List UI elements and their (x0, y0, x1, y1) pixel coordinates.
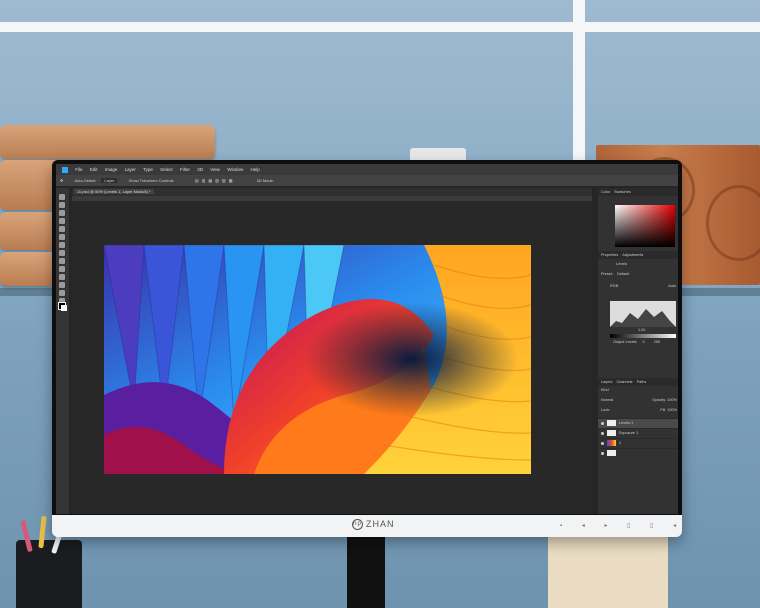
menu-type[interactable]: Type (143, 167, 153, 172)
monitor-buttons: ▪ ◂ ▸ ▯ ▯ ◂ (560, 523, 686, 529)
layer-row[interactable]: 1 (598, 438, 678, 448)
book-lower (0, 212, 58, 250)
monitor-screen: File Edit Image Layer Type Select Filter… (56, 164, 678, 514)
layer-thumbnail (607, 420, 616, 426)
photo-scene: hp ZHAN ▪ ◂ ▸ ▯ ▯ ◂ File Edit Image Layer… (0, 0, 760, 608)
hp-logo-icon: hp (352, 519, 363, 531)
gradient-tool-icon[interactable] (59, 274, 65, 280)
preset-row: Preset: Default (601, 272, 630, 276)
monitor-brand: hp ZHAN (352, 519, 395, 531)
layer-thumbnail (607, 440, 616, 446)
input-mid-value[interactable]: 1.00 (638, 328, 645, 332)
lock-row: Lock: Fill: 100% (601, 408, 677, 412)
transform-controls-checkbox[interactable]: Show Transform Controls (129, 178, 174, 183)
healing-tool-icon[interactable] (59, 242, 65, 248)
monitor-stand (347, 534, 385, 608)
stamp-tool-icon[interactable] (59, 258, 65, 264)
menu-3d[interactable]: 3D (197, 167, 203, 172)
eye-icon[interactable] (601, 441, 604, 445)
book-top (0, 125, 215, 159)
tab-layers[interactable]: Layers (601, 380, 612, 384)
move-tool-icon: ✥ (60, 178, 64, 183)
quick-select-tool-icon[interactable] (59, 218, 65, 224)
layer-row[interactable]: Exposure 1 (598, 428, 678, 438)
channel-row: RGB Auto (610, 284, 676, 288)
color-picker-field[interactable] (615, 205, 675, 247)
menu-layer[interactable]: Layer (125, 167, 136, 172)
pen-tool-icon[interactable] (59, 282, 65, 288)
layer-row[interactable] (598, 448, 678, 458)
auto-select-dropdown[interactable]: Layer (101, 178, 118, 183)
kind-dropdown[interactable]: Kind (601, 388, 609, 392)
menu-file[interactable]: File (75, 167, 82, 172)
menu-filter[interactable]: Filter (180, 167, 190, 172)
menu-image[interactable]: Image (105, 167, 118, 172)
marquee-tool-icon[interactable] (59, 202, 65, 208)
eye-icon[interactable] (601, 421, 604, 425)
tab-channels[interactable]: Channels (616, 380, 632, 384)
tab-paths[interactable]: Paths (637, 380, 647, 384)
eraser-tool-icon[interactable] (59, 266, 65, 272)
document-artwork[interactable] (104, 245, 531, 474)
shelf-rail-top (0, 22, 760, 32)
eyedropper-tool-icon[interactable] (59, 234, 65, 240)
output-min[interactable]: 0 (643, 340, 645, 344)
tab-adjustments[interactable]: Adjustments (622, 253, 643, 257)
align-icons: ▤▥▦▧▨▩ (194, 178, 236, 183)
crop-tool-icon[interactable] (59, 226, 65, 232)
options-bar: ✥ Auto-Select: Layer Show Transform Cont… (56, 175, 678, 186)
fill-field[interactable]: 100% (667, 408, 677, 412)
levels-histogram[interactable] (610, 301, 676, 327)
color-panel-tabs: Color Swatches (598, 188, 678, 196)
layer-row[interactable]: Levels 1 (598, 418, 678, 428)
output-max[interactable]: 255 (654, 340, 660, 344)
auto-button[interactable]: Auto (668, 284, 676, 288)
pencil-cup (16, 540, 82, 608)
blend-mode-dropdown[interactable]: Normal (601, 398, 613, 402)
layer-thumbnail (607, 450, 616, 456)
blend-row: Normal Opacity: 100% (601, 398, 677, 402)
tab-properties[interactable]: Properties (601, 253, 618, 257)
output-levels-row: Output Levels: 0 255 (613, 340, 661, 344)
eye-icon[interactable] (601, 431, 604, 435)
channel-dropdown[interactable]: RGB (610, 284, 618, 288)
background-color-swatch[interactable] (61, 305, 67, 311)
tab-swatches[interactable]: Swatches (614, 190, 630, 194)
ps-logo-icon (62, 166, 68, 173)
auto-select-label: Auto-Select: (74, 178, 97, 183)
menu-select[interactable]: Select (160, 167, 173, 172)
tab-color[interactable]: Color (601, 190, 610, 194)
shelf-post (573, 0, 585, 160)
menu-view[interactable]: View (210, 167, 220, 172)
properties-panel-tabs: Properties Adjustments (598, 251, 678, 259)
properties-title: Levels (616, 262, 627, 266)
book-bottom (0, 252, 56, 286)
document-tab[interactable]: 11.psd @ 50% (Levels 1, Layer Mask/8) * (74, 189, 154, 194)
menu-help[interactable]: Help (250, 167, 259, 172)
move-tool-icon[interactable] (59, 194, 65, 200)
3d-mode-label: 3D Mode: (256, 178, 274, 183)
book-middle (0, 160, 60, 210)
opacity-field[interactable]: 100% (667, 398, 677, 402)
preset-dropdown[interactable]: Default (617, 272, 629, 276)
layer-filter-row: Kind (601, 388, 609, 392)
cardboard-box (548, 535, 668, 608)
menu-window[interactable]: Window (227, 167, 243, 172)
right-panels: Color Swatches Properties Adjustments Le… (598, 188, 678, 514)
output-gradient[interactable] (610, 334, 676, 338)
lasso-tool-icon[interactable] (59, 210, 65, 216)
tools-panel (56, 188, 69, 514)
brush-tool-icon[interactable] (59, 250, 65, 256)
eye-icon[interactable] (601, 451, 604, 455)
document-tab-bar: 11.psd @ 50% (Levels 1, Layer Mask/8) * (72, 188, 592, 196)
layers-panel-tabs: Layers Channels Paths (598, 378, 678, 386)
type-tool-icon[interactable] (59, 290, 65, 296)
layer-thumbnail (607, 430, 616, 436)
menu-edit[interactable]: Edit (90, 167, 98, 172)
app-menubar: File Edit Image Layer Type Select Filter… (56, 164, 678, 175)
